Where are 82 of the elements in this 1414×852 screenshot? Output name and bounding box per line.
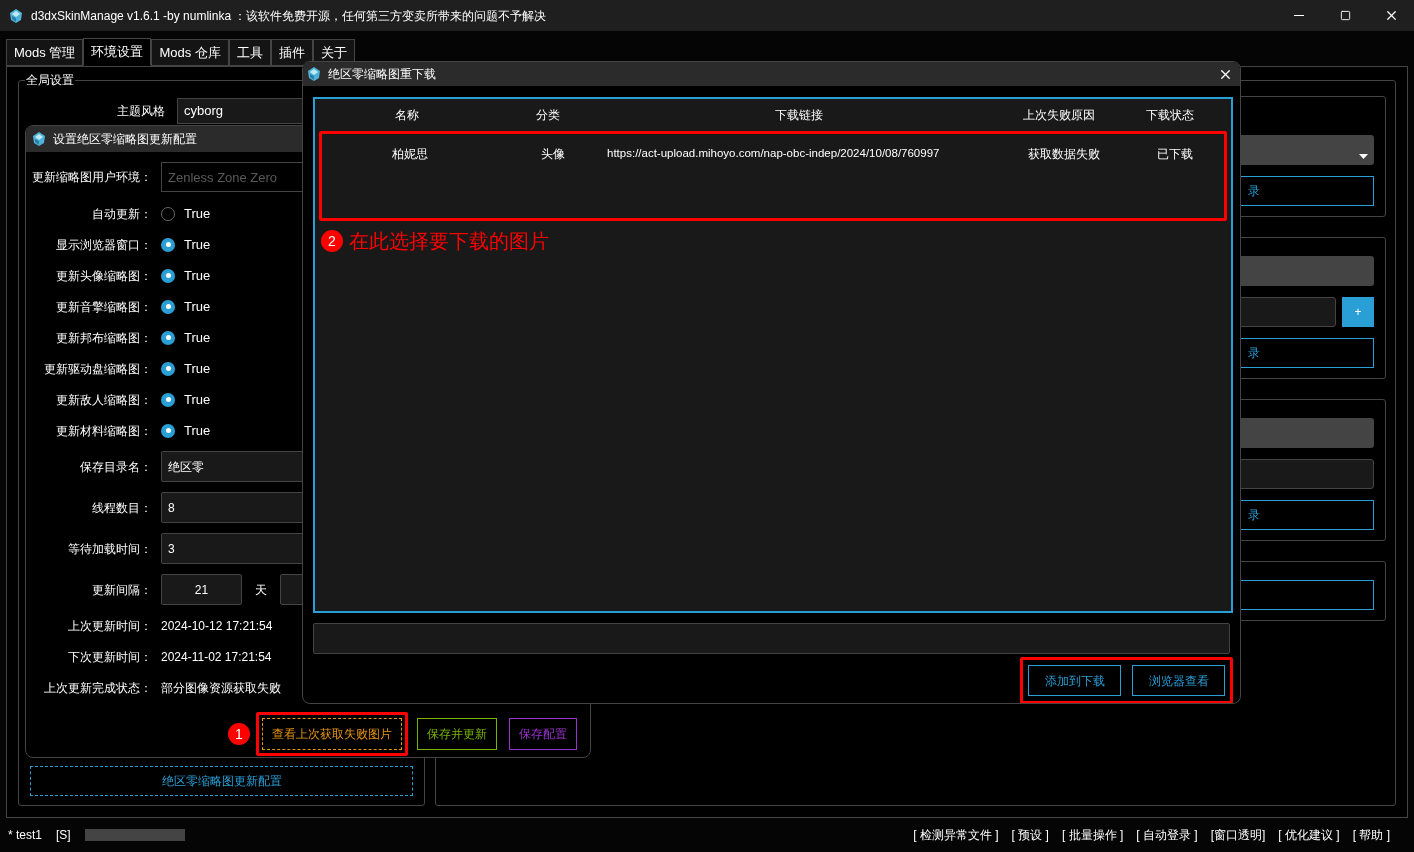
option-label: 更新敌人缩略图：: [55, 391, 152, 409]
option-label: 更新头像缩略图：: [55, 267, 152, 285]
window-title: d3dxSkinManage v1.6.1 -by numlinka ：该软件免费开源，任何第三方变卖所带来的问题不予解决: [31, 7, 547, 25]
step-number: 2: [321, 230, 343, 252]
option-label: 更新驱动盘缩略图：: [43, 360, 152, 378]
status-link[interactable]: [ 预设 ]: [1011, 826, 1049, 844]
option-text: True: [184, 328, 211, 347]
tab[interactable]: 环境设置: [83, 38, 152, 66]
dialog-button[interactable]: 添加到下载: [1028, 665, 1121, 696]
option-text: True: [184, 235, 211, 254]
tab[interactable]: Mods 管理: [6, 39, 84, 66]
status-link[interactable]: [窗口透明]: [1210, 826, 1266, 844]
mode-indicator: [S]: [56, 827, 71, 844]
tab[interactable]: 工具: [228, 39, 271, 66]
column-header: 下载状态: [1144, 107, 1195, 124]
table-cell-text: https://act-upload.mihoyo.com/nap-obc-indep/2024/10/08/760997: [606, 146, 941, 162]
radio-button[interactable]: [161, 237, 175, 252]
action-button[interactable]: 保存并更新: [417, 718, 497, 750]
table-cell-text: 已下载: [1155, 146, 1194, 163]
status-link[interactable]: [ 优化建议 ]: [1278, 826, 1340, 844]
status-link[interactable]: [ 帮助 ]: [1352, 826, 1390, 844]
crystal-logo-icon: [307, 67, 321, 81]
step-number: 1: [228, 723, 250, 745]
radio-button[interactable]: [161, 423, 175, 438]
option-text: True: [184, 390, 211, 409]
table-cell-text: 头像: [540, 146, 566, 163]
option-label: 自动更新：: [91, 205, 152, 223]
action-button[interactable]: 查看上次获取失败图片: [262, 718, 402, 750]
dialog-title: 绝区零缩略图重下载: [328, 66, 436, 83]
column-header: 下载链接: [773, 107, 824, 124]
callout-text: 在此选择要下载的图片: [349, 229, 549, 254]
info-label: 上次更新完成状态：: [43, 679, 152, 697]
radio-button[interactable]: [161, 299, 175, 314]
info-label: 上次更新时间：: [67, 617, 152, 635]
tab[interactable]: 插件: [270, 39, 313, 66]
field-label: 等待加载时间：: [67, 540, 152, 558]
caret-icon: [1359, 154, 1368, 159]
info-value: 2024-10-12 17:21:54: [161, 617, 273, 635]
number-field[interactable]: 21: [161, 574, 242, 605]
info-label: 下次更新时间：: [67, 648, 152, 666]
field-label: 保存目录名：: [79, 458, 152, 476]
option-label: 更新音擎缩略图：: [55, 298, 152, 316]
field-label: 线程数目：: [91, 499, 152, 517]
table-cell-text: 获取数据失败: [1027, 146, 1101, 163]
radio-button[interactable]: [161, 268, 175, 283]
info-value: 2024-11-02 17:21:54: [161, 648, 272, 666]
column-header: 名称: [394, 107, 420, 124]
text-field[interactable]: [313, 623, 1230, 654]
option-text: True: [184, 204, 211, 223]
radio-button[interactable]: [161, 330, 175, 345]
profile-name: * test1: [8, 827, 43, 844]
action-button[interactable]: 保存配置: [509, 718, 577, 750]
option-label: 显示浏览器窗口：: [55, 236, 152, 254]
status-link[interactable]: [ 检测异常文件 ]: [913, 826, 999, 844]
option-text: True: [184, 266, 211, 285]
option-text: True: [184, 297, 211, 316]
radio-button[interactable]: [161, 392, 175, 407]
table-row[interactable]: 柏妮思 头像 https://act-upload.mihoyo.com/nap-obc-indep/2024/10/08/760997 获取数据失败 已下载: [322, 134, 1224, 174]
option-text: True: [184, 359, 211, 378]
crystal-logo-icon: [9, 8, 23, 23]
field-label: 更新缩略图用户环境：: [31, 169, 152, 186]
tab[interactable]: Mods 仓库: [151, 39, 229, 66]
column-header: 上次失败原因: [1022, 107, 1096, 124]
crystal-logo-icon: [32, 132, 46, 146]
status-link[interactable]: [ 自动登录 ]: [1136, 826, 1198, 844]
group-title: 全局设置: [25, 73, 75, 87]
dialog-button[interactable]: 浏览器查看: [1132, 665, 1225, 696]
radio-button[interactable]: [161, 361, 175, 376]
option-label: 更新邦布缩略图：: [55, 329, 152, 347]
maximize-icon: [1339, 10, 1351, 21]
option-label: 更新材料缩略图：: [55, 422, 152, 440]
column-header: 分类: [535, 107, 561, 124]
info-value: 部分图像资源获取失败: [161, 679, 281, 697]
table-cell-text: 柏妮思: [391, 146, 429, 163]
config-button[interactable]: 绝区零缩略图更新配置: [30, 766, 413, 796]
field-label: 更新间隔：: [91, 581, 152, 599]
unit-label: 天: [254, 581, 268, 599]
field-label: 主题风格: [116, 103, 165, 120]
dialog-title: 设置绝区零缩略图更新配置: [53, 131, 197, 148]
option-text: True: [184, 421, 211, 440]
minimize-icon: [1294, 15, 1304, 16]
status-link[interactable]: [ 批量操作 ]: [1061, 826, 1124, 844]
